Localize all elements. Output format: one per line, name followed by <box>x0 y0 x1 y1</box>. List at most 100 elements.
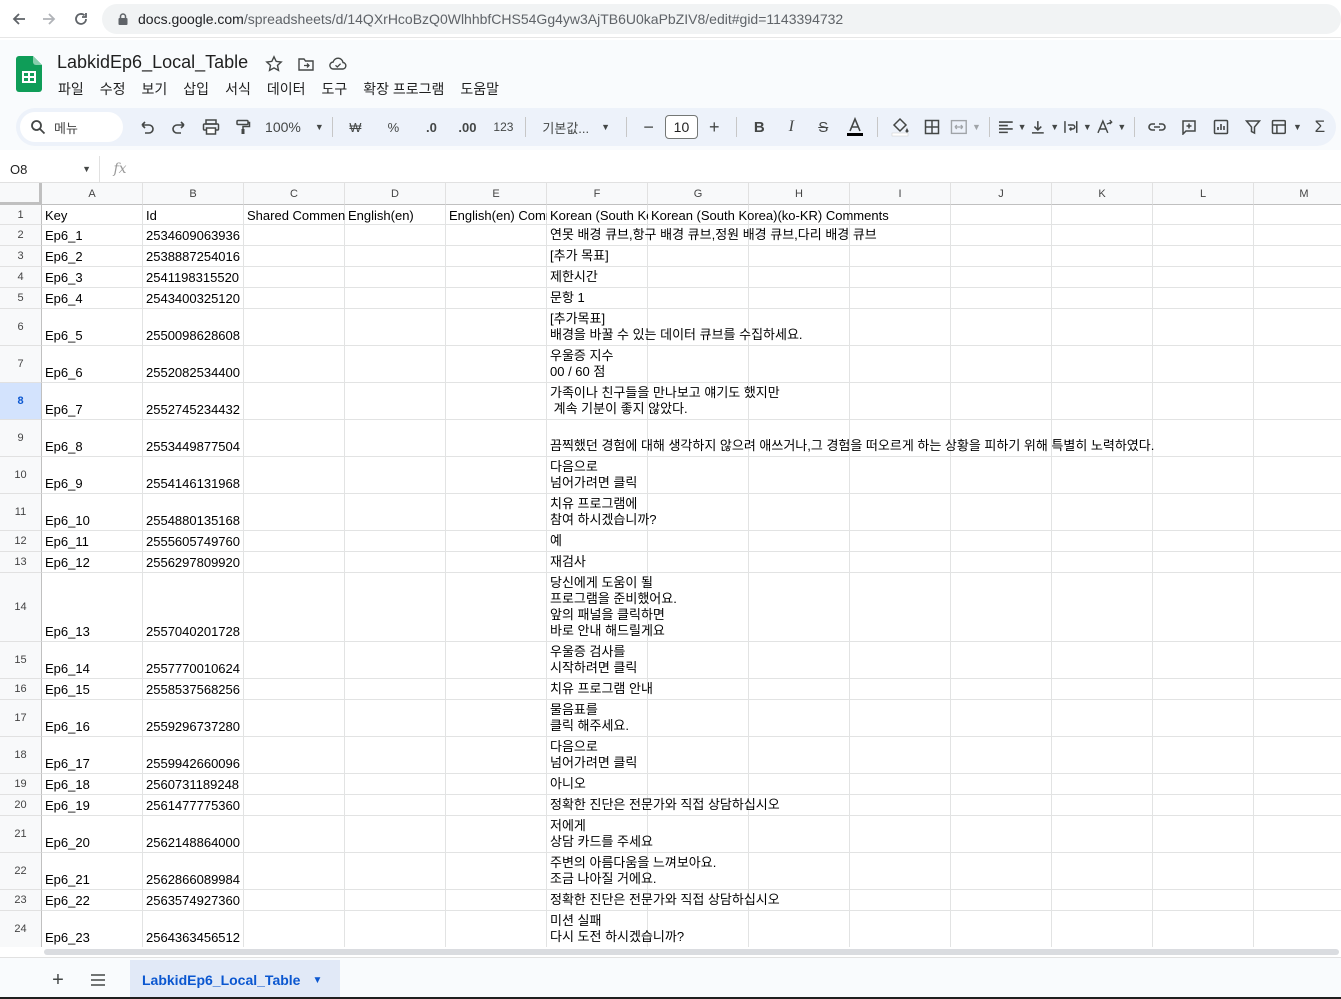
decrease-font-size-button[interactable]: − <box>635 113 663 141</box>
menu-edit[interactable]: 수정 <box>92 78 134 100</box>
cell-id[interactable]: 2559942660096 <box>143 737 244 772</box>
scrollbar-thumb[interactable] <box>44 949 1339 955</box>
row-header[interactable]: 9 <box>0 420 42 457</box>
row-header[interactable]: 21 <box>0 816 42 853</box>
spreadsheet-grid[interactable]: A B C D E F G H I J K L M 1 Key Id Shared Comments Englis… <box>0 183 1341 947</box>
cell-korean[interactable]: 다음으로 넘어가려면 클릭 <box>547 739 640 771</box>
row-header[interactable]: 10 <box>0 457 42 494</box>
cell-korean[interactable]: 재검사 <box>547 554 589 570</box>
row-header[interactable]: 5 <box>0 288 42 309</box>
menu-help[interactable]: 도움말 <box>452 78 507 100</box>
column-header-a[interactable]: A <box>42 183 143 205</box>
undo-icon[interactable] <box>133 113 161 141</box>
insert-comment-icon[interactable] <box>1175 113 1203 141</box>
cell-id[interactable]: 2557770010624 <box>143 642 244 677</box>
header-cell-e[interactable]: English(en) Comments <box>446 207 547 225</box>
row-header[interactable]: 22 <box>0 853 42 890</box>
cell-korean[interactable]: 치유 프로그램에 참여 하시겠습니까? <box>547 496 660 528</box>
cell-key[interactable]: Ep6_4 <box>42 288 143 307</box>
horizontal-align-icon[interactable]: ▼ <box>998 113 1026 141</box>
insert-link-icon[interactable] <box>1143 113 1171 141</box>
cell-id[interactable]: 2543400325120 <box>143 288 244 307</box>
cell-id[interactable]: 2558537568256 <box>143 679 244 698</box>
decrease-decimal-button[interactable]: .0 <box>417 113 445 141</box>
chevron-down-icon[interactable]: ▼ <box>312 975 322 986</box>
cell-id[interactable]: 2562866089984 <box>143 853 244 888</box>
menu-format[interactable]: 서식 <box>217 78 259 100</box>
cell-key[interactable]: Ep6_20 <box>42 816 143 851</box>
column-header-b[interactable]: B <box>143 183 244 205</box>
cell-korean[interactable]: 미션 실패 다시 도전 하시겠습니까? <box>547 913 687 945</box>
cell-id[interactable]: 2541198315520 <box>143 267 244 286</box>
cell-korean[interactable]: 문항 1 <box>547 290 588 306</box>
row-header[interactable]: 24 <box>0 911 42 947</box>
column-header-j[interactable]: J <box>951 183 1052 205</box>
row-header[interactable]: 16 <box>0 679 42 700</box>
select-all-corner[interactable] <box>0 183 42 205</box>
fill-color-icon[interactable] <box>886 113 914 141</box>
row-header[interactable]: 17 <box>0 700 42 737</box>
cell-korean[interactable]: 물음표를 클릭 해주세요. <box>547 702 632 734</box>
header-cell-c[interactable]: Shared Comments <box>244 207 345 225</box>
header-cell-d[interactable]: English(en) <box>345 207 446 225</box>
cell-key[interactable]: Ep6_16 <box>42 700 143 735</box>
cell-korean[interactable]: 저에게 상담 카드를 주세요 <box>547 818 656 850</box>
column-header-l[interactable]: L <box>1153 183 1254 205</box>
cell-id[interactable]: 2564363456512 <box>143 911 244 946</box>
row-header[interactable]: 14 <box>0 573 42 642</box>
cell-key[interactable]: Ep6_12 <box>42 552 143 571</box>
reload-icon[interactable] <box>66 4 96 34</box>
document-title[interactable]: LabkidEp6_Local_Table <box>57 52 248 73</box>
cell-key[interactable]: Ep6_8 <box>42 420 143 455</box>
forward-icon[interactable] <box>34 4 64 34</box>
menu-tools[interactable]: 도구 <box>313 78 355 100</box>
insert-chart-icon[interactable] <box>1207 113 1235 141</box>
cell-key[interactable]: Ep6_17 <box>42 737 143 772</box>
cell-id[interactable]: 2560731189248 <box>143 774 244 793</box>
row-header[interactable]: 23 <box>0 890 42 911</box>
cell-id[interactable]: 2559296737280 <box>143 700 244 735</box>
text-color-icon[interactable] <box>841 113 869 141</box>
currency-format-button[interactable]: ₩ <box>341 113 369 141</box>
borders-icon[interactable] <box>918 113 946 141</box>
row-header[interactable]: 12 <box>0 531 42 552</box>
address-bar[interactable]: docs.google.com/spreadsheets/d/14QXrHcoB… <box>102 4 1341 34</box>
text-rotation-icon[interactable]: ▼ <box>1096 113 1126 141</box>
cell-korean[interactable]: 당신에게 도움이 될 프로그램을 준비했어요. 앞의 패널을 클릭하면 바로 안… <box>547 575 680 639</box>
column-header-f[interactable]: F <box>547 183 648 205</box>
cell-korean[interactable]: 연못 배경 큐브,항구 배경 큐브,정원 배경 큐브,다리 배경 큐브 <box>547 227 880 243</box>
cell-key[interactable]: Ep6_5 <box>42 309 143 344</box>
row-header[interactable]: 1 <box>0 205 42 225</box>
column-header-m[interactable]: M <box>1254 183 1341 205</box>
menu-file[interactable]: 파일 <box>50 78 92 100</box>
cell-korean[interactable]: 예 <box>547 533 565 549</box>
cell-korean[interactable]: 제한시간 <box>547 269 601 285</box>
cell-id[interactable]: 2557040201728 <box>143 573 244 640</box>
row-header[interactable]: 20 <box>0 795 42 816</box>
menu-insert[interactable]: 삽입 <box>175 78 217 100</box>
column-header-c[interactable]: C <box>244 183 345 205</box>
cell-korean[interactable]: 다음으로 넘어가려면 클릭 <box>547 459 640 491</box>
back-icon[interactable] <box>4 4 34 34</box>
column-header-k[interactable]: K <box>1052 183 1153 205</box>
column-header-d[interactable]: D <box>345 183 446 205</box>
column-header-e[interactable]: E <box>446 183 547 205</box>
cell-key[interactable]: Ep6_13 <box>42 573 143 640</box>
row-header[interactable]: 4 <box>0 267 42 288</box>
cell-korean[interactable]: 가족이나 친구들을 만나보고 얘기도 했지만 계속 기분이 좋지 않았다. <box>547 385 783 417</box>
sheets-logo-icon[interactable] <box>16 56 42 92</box>
row-header[interactable]: 2 <box>0 225 42 246</box>
row-header[interactable]: 3 <box>0 246 42 267</box>
cell-key[interactable]: Ep6_7 <box>42 383 143 418</box>
merge-cells-icon[interactable]: ▼ <box>950 113 981 141</box>
functions-icon[interactable]: Σ <box>1306 113 1334 141</box>
cell-key[interactable]: Ep6_11 <box>42 531 143 550</box>
horizontal-scrollbar[interactable] <box>42 947 1341 957</box>
all-sheets-icon[interactable] <box>86 968 110 992</box>
cell-korean[interactable]: 아니오 <box>547 776 589 792</box>
cell-id[interactable]: 2555605749760 <box>143 531 244 550</box>
row-header[interactable]: 6 <box>0 309 42 346</box>
italic-icon[interactable]: I <box>777 113 805 141</box>
formula-input[interactable] <box>140 156 1341 183</box>
column-header-g[interactable]: G <box>648 183 749 205</box>
